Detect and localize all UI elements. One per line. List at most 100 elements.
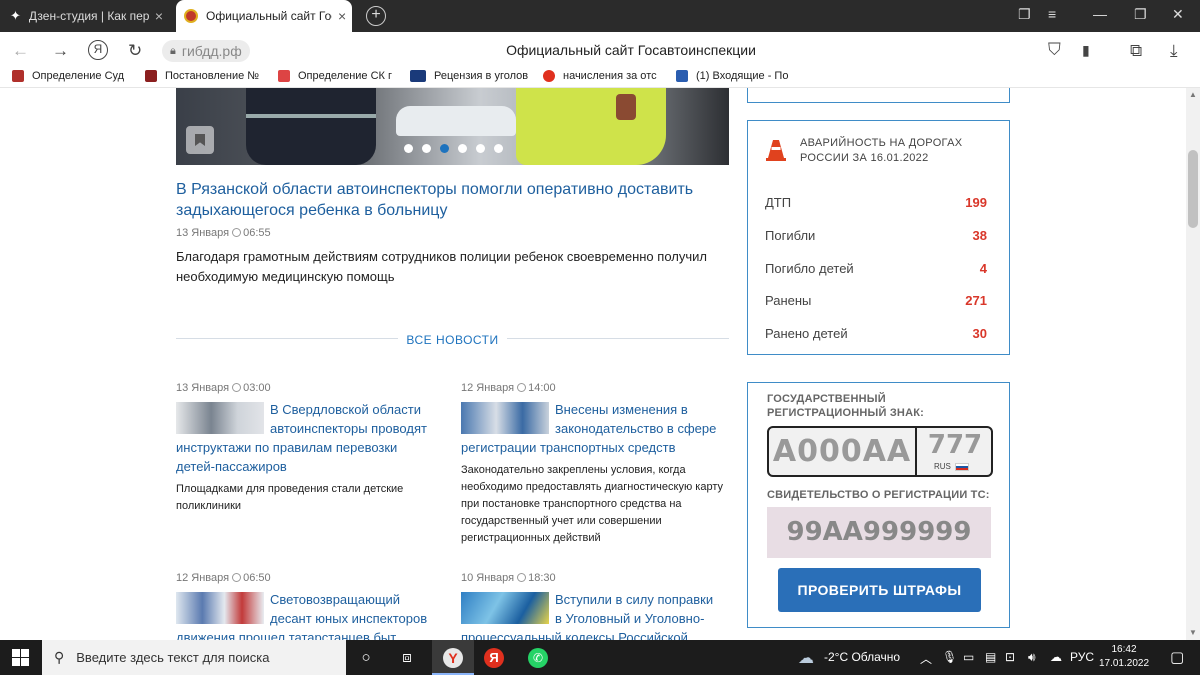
bookmark-item[interactable]: Определение Суд	[12, 70, 130, 82]
slider-dot[interactable]	[494, 144, 503, 153]
language-indicator[interactable]: РУС	[1070, 650, 1094, 664]
bookmark-label: Определение СК г	[298, 70, 393, 82]
network-icon[interactable]: ⊡	[1005, 650, 1015, 664]
bookmarks-bar: Определение Суд Постановление № Определе…	[0, 68, 1200, 88]
weather-text[interactable]: -2°C Облачно	[824, 650, 900, 664]
system-clock[interactable]: 16:42 17.01.2022	[1096, 643, 1152, 671]
page-title: Официальный сайт Госавтоинспекции	[506, 42, 756, 58]
lzi-icon	[410, 70, 426, 82]
stat-label: Ранено детей	[765, 326, 848, 341]
bookmark-label: начисления за отс	[563, 70, 657, 82]
tabs-icon[interactable]: ❐	[1018, 6, 1031, 23]
plate-label: ГОСУДАРСТВЕННЫЙ РЕГИСТРАЦИОННЫЙ ЗНАК:	[767, 393, 924, 419]
volume-icon[interactable]: 🔊︎	[1028, 650, 1036, 665]
cortana-icon[interactable]: ○	[356, 648, 376, 668]
windows-start-icon[interactable]	[12, 649, 29, 666]
stat-row: Погибло детей 4	[765, 261, 987, 276]
fines-check-card: ГОСУДАРСТВЕННЫЙ РЕГИСТРАЦИОННЫЙ ЗНАК: А0…	[747, 382, 1010, 628]
bookmark-item[interactable]: Рецензия в уголов	[410, 70, 530, 82]
news-slider[interactable]	[176, 88, 729, 165]
scrollbar[interactable]: ▲ ▼	[1186, 88, 1200, 640]
news-item[interactable]: 12 Января 06:50 Световозвращающий десант …	[176, 572, 438, 640]
lead-news-meta: 13 Января 06:55	[176, 227, 271, 239]
certificate-input[interactable]: 99АА999999	[767, 507, 991, 558]
onedrive-icon[interactable]: ☁	[1050, 650, 1062, 664]
cert-label: СВИДЕТЕЛЬСТВО О РЕГИСТРАЦИИ ТС:	[767, 489, 990, 501]
microphone-icon[interactable]: 🎙︎	[942, 650, 957, 664]
clock-icon	[517, 573, 527, 582]
plate-number-placeholder: А000АА	[769, 428, 917, 475]
news-time: 06:55	[243, 227, 271, 239]
lead-news-title[interactable]: В Рязанской области автоинспекторы помог…	[176, 179, 736, 221]
plate-number-input[interactable]: А000АА 777 RUS	[767, 426, 993, 477]
check-fines-button[interactable]: ПРОВЕРИТЬ ШТРАФЫ	[778, 568, 981, 612]
bookmark-label: Рецензия в уголов	[434, 70, 529, 82]
stat-value: 199	[965, 195, 987, 210]
cloud-icon[interactable]: ☁	[798, 648, 814, 668]
task-view-icon[interactable]: ⧈	[397, 648, 417, 668]
page-content: В Рязанской области автоинспекторы помог…	[0, 88, 1186, 640]
news-thumbnail[interactable]	[461, 592, 549, 624]
stat-label: Погибли	[765, 228, 816, 243]
battery-icon[interactable]: ▭	[963, 650, 974, 664]
taskbar-search[interactable]: ⚲ Введите здесь текст для поиска	[42, 640, 346, 675]
news-thumbnail[interactable]	[461, 402, 549, 434]
tab-title: Дзен-студия | Как переста	[28, 9, 149, 23]
stat-label: Погибло детей	[765, 261, 854, 276]
close-tab-icon[interactable]: ×	[155, 8, 163, 24]
yandex-icon[interactable]: Я	[484, 648, 504, 668]
bookmark-item[interactable]: Постановление №	[145, 70, 265, 82]
plate-country: RUS	[934, 462, 951, 471]
scroll-up-icon[interactable]: ▲	[1189, 90, 1197, 99]
slider-dot[interactable]	[476, 144, 485, 153]
storage-icon[interactable]: ▤	[985, 650, 996, 664]
slider-dot-active[interactable]	[440, 144, 449, 153]
bookmark-button[interactable]	[186, 126, 214, 154]
sparkle-icon: ✦	[10, 8, 21, 23]
bookmark-item[interactable]: Определение СК г	[278, 70, 396, 82]
news-item[interactable]: 13 Января 03:00 В Свердловской области ав…	[176, 382, 438, 515]
clock-icon	[232, 573, 242, 582]
menu-icon[interactable]: ≡	[1048, 6, 1056, 22]
slider-dot[interactable]	[422, 144, 431, 153]
gibdd-emblem-icon	[184, 9, 198, 23]
whatsapp-icon[interactable]: ✆	[528, 648, 548, 668]
slider-dot[interactable]	[404, 144, 413, 153]
stat-row: Погибли 38	[765, 228, 987, 243]
clock-date: 17.01.2022	[1098, 658, 1150, 669]
bookmark-item[interactable]: (1) Входящие - По	[676, 70, 794, 82]
restore-icon[interactable]: ❐	[1134, 6, 1147, 23]
sk-icon	[278, 70, 290, 82]
scroll-thumb[interactable]	[1188, 150, 1198, 228]
minimize-icon[interactable]: —	[1093, 6, 1107, 22]
officer-figure	[246, 88, 376, 165]
certificate-placeholder: 99АА999999	[786, 517, 972, 547]
chevron-up-icon[interactable]: ︿	[920, 650, 932, 667]
news-item[interactable]: 12 Января 14:00 Внесены изменения в закон…	[461, 382, 723, 547]
officer-figure	[516, 88, 666, 165]
news-item[interactable]: 10 Января 18:30 Вступили в силу поправки …	[461, 572, 723, 640]
stat-row: Ранены 271	[765, 293, 987, 308]
news-time: 06:50	[243, 572, 271, 584]
slider-dot[interactable]	[458, 144, 467, 153]
yandex-browser-icon[interactable]: Y	[443, 648, 463, 668]
notifications-icon[interactable]: ▢	[1170, 648, 1184, 666]
bookmark-label: Определение Суд	[32, 70, 125, 82]
stat-label: ДТП	[765, 195, 792, 210]
all-news-label[interactable]: ВСЕ НОВОСТИ	[398, 333, 507, 347]
news-desc: Площадками для проведения стали детские …	[176, 483, 404, 512]
tab-gibdd[interactable]: Официальный сайт Гос ×	[176, 0, 352, 32]
scroll-down-icon[interactable]: ▼	[1189, 628, 1197, 637]
slider-dots	[404, 144, 503, 153]
sidebar-card	[747, 88, 1010, 103]
new-tab-button[interactable]: +	[366, 6, 386, 26]
news-time: 03:00	[243, 382, 271, 394]
news-thumbnail[interactable]	[176, 402, 264, 434]
tab-dzen[interactable]: ✦ Дзен-студия | Как переста ×	[0, 0, 172, 32]
close-tab-icon[interactable]: ×	[338, 8, 346, 24]
traffic-cone-icon	[766, 140, 786, 161]
stat-row: Ранено детей 30	[765, 326, 987, 341]
bookmark-item[interactable]: начисления за отс	[543, 70, 661, 82]
close-window-icon[interactable]: ✕	[1172, 6, 1184, 23]
news-thumbnail[interactable]	[176, 592, 264, 624]
